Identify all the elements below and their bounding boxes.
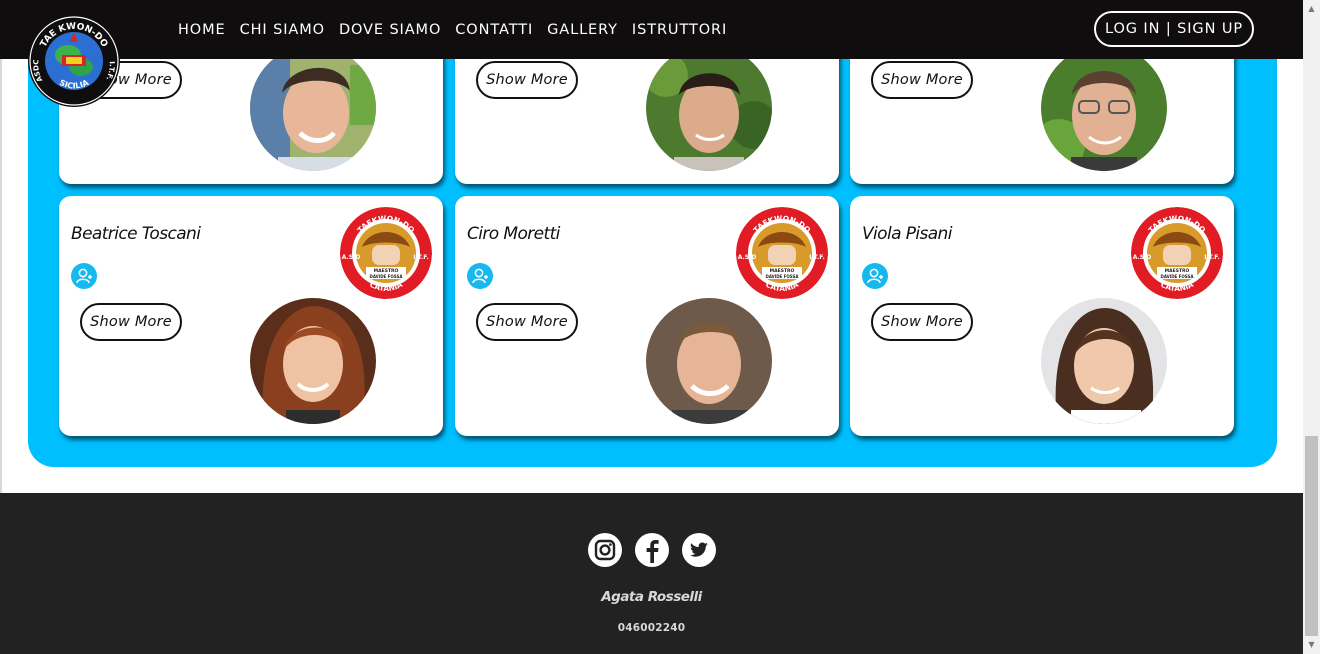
instructors-section: Show More Show More Show More Beatrice T… xyxy=(28,10,1277,467)
avatar-girl xyxy=(1041,298,1167,424)
nav-dove-siamo[interactable]: DOVE SIAMO xyxy=(339,22,441,38)
club-left-text: A.S.D xyxy=(342,254,361,261)
instructor-name: Beatrice Toscani xyxy=(71,224,201,244)
avatar-man-dark-hair xyxy=(646,45,772,171)
club-logo: TAEKWON-DO CATANIA MAESTRO DAVIDE FOSSA … xyxy=(1131,207,1223,299)
facebook-icon[interactable] xyxy=(635,533,669,567)
show-more-button[interactable]: Show More xyxy=(476,61,578,99)
page-edge xyxy=(0,59,2,493)
club-left-text: A.S.D xyxy=(738,254,757,261)
club-right-text: I.T.F. xyxy=(1204,254,1219,261)
club-line2: DAVIDE FOSSA xyxy=(766,274,800,279)
instructor-card: Viola Pisani TAEKWON-DO CATANIA MAESTRO … xyxy=(850,196,1234,436)
footer: Agata Rosselli 046002240 xyxy=(0,493,1303,654)
avatar-woman-auburn xyxy=(250,298,376,424)
avatar-man-glasses xyxy=(1041,45,1167,171)
avatar-man-young xyxy=(250,45,376,171)
scroll-down-icon[interactable]: ▼ xyxy=(1305,638,1318,652)
avatar-man-short-hair xyxy=(646,298,772,424)
add-user-icon[interactable] xyxy=(71,263,97,289)
add-user-icon[interactable] xyxy=(467,263,493,289)
nav-links: HOME CHI SIAMO DOVE SIAMO CONTATTI GALLE… xyxy=(178,0,741,59)
club-logo: TAEKWON-DO CATANIA MAESTRO DAVIDE FOSSA … xyxy=(340,207,432,299)
show-more-button[interactable]: Show More xyxy=(871,303,973,341)
nav-contatti[interactable]: CONTATTI xyxy=(455,22,533,38)
club-right-text: I.T.F. xyxy=(809,254,824,261)
login-signup-button[interactable]: LOG IN | SIGN UP xyxy=(1094,11,1254,47)
club-line2: DAVIDE FOSSA xyxy=(1161,274,1195,279)
instructor-name: Viola Pisani xyxy=(862,224,952,244)
twitter-icon[interactable] xyxy=(682,533,716,567)
instructor-card: Beatrice Toscani TAEKWON-DO CATANIA MAES… xyxy=(59,196,443,436)
instagram-icon[interactable] xyxy=(588,533,622,567)
nav-chi-siamo[interactable]: CHI SIAMO xyxy=(240,22,325,38)
club-left-text: A.S.D xyxy=(1133,254,1152,261)
club-logo: TAEKWON-DO CATANIA MAESTRO DAVIDE FOSSA … xyxy=(736,207,828,299)
show-more-button[interactable]: Show More xyxy=(80,303,182,341)
nav-istruttori[interactable]: ISTRUTTORI xyxy=(632,22,727,38)
footer-name: Agata Rosselli xyxy=(601,589,702,605)
club-right-text: I.T.F. xyxy=(413,254,428,261)
site-logo[interactable]: TAE KWON-DO SICILIA ASDC I.T.F. xyxy=(28,15,120,107)
add-user-icon[interactable] xyxy=(862,263,888,289)
top-navbar: HOME CHI SIAMO DOVE SIAMO CONTATTI GALLE… xyxy=(0,0,1303,59)
footer-phone: 046002240 xyxy=(617,622,686,634)
show-more-button[interactable]: Show More xyxy=(871,61,973,99)
nav-home[interactable]: HOME xyxy=(178,22,226,38)
instructor-name: Ciro Moretti xyxy=(467,224,560,244)
scrollbar-thumb[interactable] xyxy=(1305,436,1318,636)
nav-gallery[interactable]: GALLERY xyxy=(547,22,618,38)
show-more-button[interactable]: Show More xyxy=(476,303,578,341)
club-line2: DAVIDE FOSSA xyxy=(370,274,404,279)
instructor-card: Ciro Moretti TAEKWON-DO CATANIA MAESTRO … xyxy=(455,196,839,436)
scroll-up-icon[interactable]: ▲ xyxy=(1305,2,1318,16)
